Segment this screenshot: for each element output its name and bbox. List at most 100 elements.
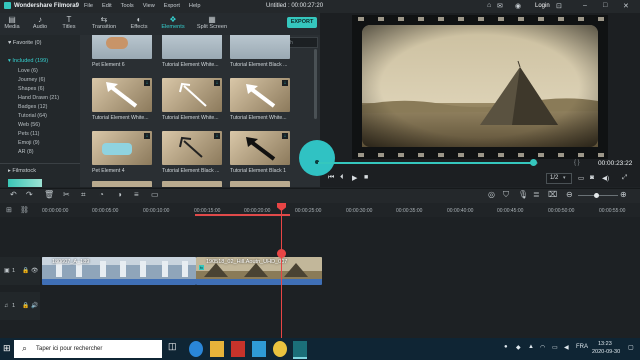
cut-icon[interactable]: ✂ — [63, 190, 70, 199]
element-thumbnail[interactable]: ↓ — [92, 78, 152, 112]
speaker-icon[interactable]: ◀ — [564, 344, 569, 351]
chrome-icon[interactable] — [273, 341, 287, 357]
lock-icon[interactable]: 🔒 — [22, 303, 29, 309]
store-icon[interactable] — [252, 341, 266, 357]
notification-icon[interactable]: ✉ — [497, 2, 503, 10]
grid-scrollbar[interactable] — [314, 49, 317, 119]
element-thumbnail[interactable] — [162, 35, 222, 59]
filmora-taskbar-icon[interactable] — [293, 341, 307, 359]
zoom-in-icon[interactable]: ⊕ — [620, 190, 627, 199]
element-thumbnail[interactable] — [162, 181, 222, 187]
play-back-icon[interactable]: ⏴ — [340, 174, 344, 182]
preview-seek-handle[interactable] — [530, 159, 537, 166]
quality-select[interactable]: 1/2 ▾ — [546, 173, 572, 184]
tab-titles[interactable]: T Titles — [60, 15, 78, 30]
notification-tray-icon[interactable]: ▲ — [528, 344, 534, 350]
download-icon[interactable]: ↓ — [214, 133, 220, 139]
tab-elements[interactable]: ❖ Elements — [159, 15, 187, 30]
timeline-clip[interactable]: 190518_02_Hill.Aoutn_UHD_007 fx — [196, 257, 322, 285]
zoom-out-icon[interactable]: ⊖ — [566, 190, 573, 199]
render-preview-icon[interactable]: ◎ — [488, 190, 495, 199]
download-icon[interactable]: ↓ — [282, 80, 288, 86]
add-track-icon[interactable]: ⊞ — [6, 206, 12, 214]
download-icon[interactable]: ↓ — [282, 133, 288, 139]
category-tutorial[interactable]: Tutorial (64) — [18, 113, 47, 119]
tab-audio[interactable]: ♪ Audio — [31, 15, 49, 30]
undo-icon[interactable]: ↶ — [10, 190, 17, 199]
category-love[interactable]: Love (6) — [18, 68, 38, 74]
gift-icon[interactable]: ⌂ — [487, 2, 491, 9]
maximize-icon[interactable]: □ — [603, 2, 607, 9]
category-shapes[interactable]: Shapes (6) — [18, 86, 44, 92]
element-thumbnail[interactable] — [230, 35, 290, 59]
dropbox-icon[interactable]: ◆ — [516, 344, 521, 351]
delete-icon[interactable]: 🗑 — [44, 190, 54, 199]
language-indicator[interactable]: FRA — [576, 344, 588, 350]
timeline-clip[interactable]: 180607_A_189 — [42, 257, 196, 285]
category-pets[interactable]: Pets (11) — [18, 131, 39, 137]
snap-icon[interactable]: ⌧ — [548, 190, 557, 199]
download-icon[interactable]: ↓ — [144, 80, 150, 86]
eye-icon[interactable]: 👁 — [31, 268, 38, 274]
menu-view[interactable]: View — [143, 3, 155, 9]
network-icon[interactable]: ● — [504, 344, 508, 350]
office-icon[interactable] — [231, 341, 245, 357]
redo-icon[interactable]: ↷ — [26, 190, 33, 199]
login-link[interactable]: Login — [535, 3, 550, 9]
category-filmstock[interactable]: ▸ Filmstock — [8, 168, 36, 174]
tab-media[interactable]: ▤ Media — [3, 15, 21, 30]
windows-start-icon[interactable]: ⊞ — [3, 343, 11, 354]
file-explorer-icon[interactable] — [210, 341, 224, 357]
mute-icon[interactable]: 🔊 — [31, 303, 38, 309]
download-icon[interactable]: ↓ — [214, 80, 220, 86]
menu-file[interactable]: File — [84, 3, 93, 9]
lock-icon[interactable]: 🔒 — [22, 268, 29, 274]
element-thumbnail[interactable]: ↓ — [230, 131, 290, 165]
fullscreen-icon[interactable]: ⤢ — [622, 174, 627, 182]
audio-icon[interactable]: ≣ — [533, 190, 540, 199]
menu-help[interactable]: Help — [189, 3, 201, 9]
previous-frame-icon[interactable]: ⏮ — [328, 174, 334, 182]
element-thumbnail[interactable]: ↓ — [92, 131, 152, 165]
action-center-icon[interactable]: ▢ — [628, 344, 634, 351]
cart-icon[interactable]: ⊡ — [556, 2, 562, 10]
menu-export[interactable]: Export — [164, 3, 180, 9]
edge-icon[interactable] — [189, 341, 203, 357]
snapshot-icon[interactable]: ◙ — [590, 174, 594, 181]
category-web[interactable]: Web (56) — [18, 122, 40, 128]
play-icon[interactable]: ▶ — [352, 174, 357, 182]
video-preview[interactable] — [362, 25, 598, 147]
link-icon[interactable]: ⛓ — [20, 206, 29, 214]
wifi-icon[interactable]: ◠ — [540, 344, 545, 351]
audio-mixer-icon[interactable]: ≡ — [134, 190, 139, 199]
zoom-slider-handle[interactable] — [594, 193, 599, 198]
marker-icon[interactable]: ⛉ — [503, 190, 509, 200]
download-icon[interactable]: ↓ — [144, 133, 150, 139]
microphone-icon[interactable]: 🎙 — [518, 190, 528, 199]
task-view-icon[interactable]: ◫ — [168, 341, 182, 357]
menu-edit[interactable]: Edit — [102, 3, 112, 9]
account-icon[interactable]: ◉ — [515, 2, 521, 10]
tab-effects[interactable]: ◐ Effects — [127, 15, 151, 30]
playhead-knob[interactable] — [277, 249, 286, 258]
battery-icon[interactable]: ▭ — [552, 344, 558, 351]
mark-in-out-icon[interactable]: { } — [574, 160, 580, 166]
category-journey[interactable]: Journey (6) — [18, 77, 45, 83]
tab-split-screen[interactable]: ▦ Split Screen — [196, 15, 228, 30]
element-thumbnail[interactable] — [92, 35, 152, 59]
element-thumbnail[interactable] — [230, 181, 290, 187]
category-badges[interactable]: Badges (12) — [18, 104, 47, 110]
minimize-icon[interactable]: – — [583, 2, 587, 9]
volume-icon[interactable]: ◀) — [602, 174, 609, 182]
export-button[interactable]: EXPORT — [287, 17, 317, 28]
element-thumbnail[interactable]: ↓ — [230, 78, 290, 112]
element-thumbnail[interactable]: ↓ — [162, 78, 222, 112]
element-thumbnail[interactable]: ↓ — [162, 131, 222, 165]
taskbar-search-input[interactable]: ⌕ Taper ici pour rechercher — [14, 340, 162, 358]
speed-icon[interactable]: ◔ — [99, 190, 104, 199]
render-icon[interactable]: ▭ — [578, 174, 584, 182]
category-ar[interactable]: AR (8) — [18, 149, 34, 155]
crop-icon[interactable]: ⌗ — [81, 190, 86, 200]
filmstock-banner[interactable] — [8, 179, 42, 187]
element-thumbnail[interactable] — [92, 181, 152, 187]
